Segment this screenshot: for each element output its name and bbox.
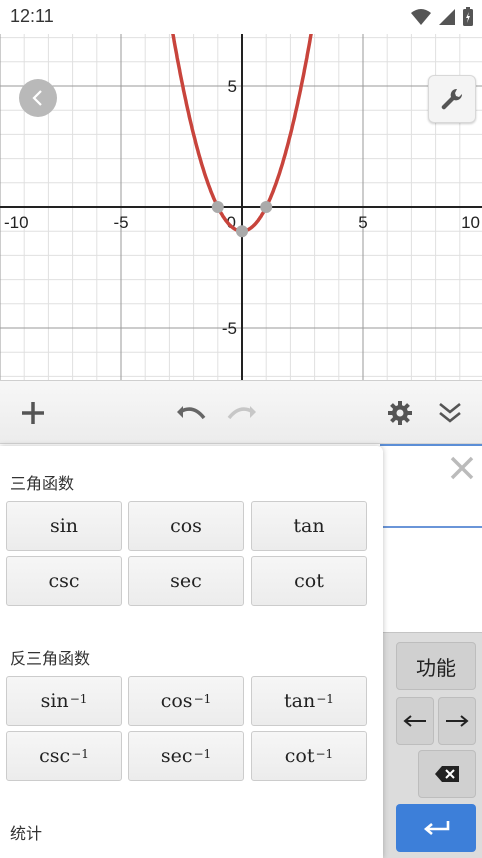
section-title-trig: 三角函数 <box>10 474 75 493</box>
section-title-statistics: 统计 <box>10 824 43 843</box>
add-expression-button[interactable] <box>15 395 51 431</box>
undo-icon <box>177 406 206 420</box>
y-tick-label: 5 <box>228 77 237 96</box>
fn-arcsin-button[interactable]: sin −1 <box>6 676 122 726</box>
back-button[interactable] <box>19 79 57 117</box>
status-icons <box>410 7 474 27</box>
wifi-icon <box>411 9 431 25</box>
close-icon <box>450 456 474 480</box>
redo-icon <box>227 406 256 420</box>
graph-svg[interactable]: -10 -5 0 5 105-5 <box>0 34 482 380</box>
expression-input-underline[interactable] <box>380 526 482 528</box>
fn-arccos-button[interactable]: cos −1 <box>128 676 244 726</box>
plus-icon <box>22 402 44 424</box>
right-arrow-key[interactable] <box>438 697 476 745</box>
fn-sec-button[interactable]: sec <box>128 556 244 606</box>
fn-sin-button[interactable]: sin <box>6 501 122 551</box>
wrench-icon <box>441 88 463 110</box>
fn-tan-button[interactable]: tan <box>251 501 367 551</box>
backspace-key[interactable] <box>418 750 476 798</box>
section-title-inverse-trig: 反三角函数 <box>10 649 91 668</box>
y-tick-label: -5 <box>222 319 237 338</box>
arrow-left-icon <box>403 715 426 727</box>
settings-button[interactable] <box>382 395 418 431</box>
chevron-left-icon <box>32 90 42 106</box>
fn-arcsec-button[interactable]: sec −1 <box>128 731 244 781</box>
fn-arccot-button[interactable]: cot −1 <box>251 731 367 781</box>
toolbar <box>0 380 482 444</box>
enter-key[interactable] <box>396 804 476 852</box>
status-time: 12:11 <box>10 6 54 26</box>
expression-top-border <box>380 444 482 446</box>
fn-arctan-button[interactable]: tan −1 <box>251 676 367 726</box>
left-arrow-key[interactable] <box>396 697 434 745</box>
x-tick-label: 5 <box>358 213 367 232</box>
x-tick-label: -5 <box>113 213 128 232</box>
undo-button[interactable] <box>173 395 209 431</box>
battery-icon <box>463 7 473 26</box>
point-of-interest[interactable] <box>211 201 224 213</box>
double-chevron-down-icon <box>439 402 461 423</box>
fn-csc-button[interactable]: csc <box>6 556 122 606</box>
status-bar: 12:11 <box>0 0 482 34</box>
fn-cot-button[interactable]: cot <box>251 556 367 606</box>
x-tick-label: 10 <box>461 213 480 232</box>
function-panel: 三角函数 sin cos tan csc sec cot 反三角函数 sin −1… <box>0 446 383 858</box>
enter-icon <box>423 821 450 835</box>
fn-arccsc-button[interactable]: csc −1 <box>6 731 122 781</box>
redo-button[interactable] <box>224 395 260 431</box>
signal-icon <box>439 9 455 25</box>
functions-key[interactable]: 功能 <box>396 642 476 690</box>
backspace-icon <box>435 766 459 782</box>
arrow-right-icon <box>446 715 469 727</box>
gear-icon <box>388 401 412 425</box>
graph-canvas[interactable]: -10 -5 0 5 10 5 -5 <box>0 34 482 380</box>
delete-expression-button[interactable] <box>446 452 478 484</box>
x-tick-label: -10 <box>4 213 29 232</box>
point-of-interest[interactable] <box>236 225 248 238</box>
fn-cos-button[interactable]: cos <box>128 501 244 551</box>
collapse-keypad-button[interactable] <box>432 395 468 431</box>
graph-settings-button[interactable] <box>428 75 476 123</box>
point-of-interest[interactable] <box>260 201 273 213</box>
